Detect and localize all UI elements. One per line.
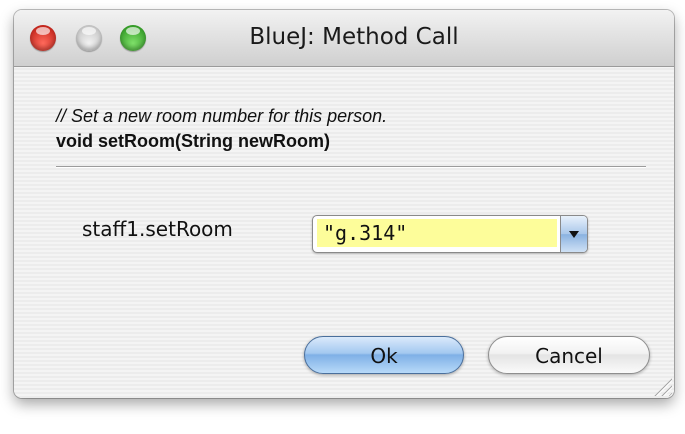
dropdown-button[interactable]	[560, 216, 587, 252]
ok-button[interactable]: Ok	[304, 336, 464, 374]
window-title: BlueJ: Method Call	[249, 24, 459, 50]
resize-grip-icon[interactable]	[654, 378, 672, 396]
argument-input[interactable]	[317, 219, 557, 247]
title-bar[interactable]: BlueJ: Method Call	[14, 10, 674, 67]
method-comment: // Set a new room number for this person…	[56, 106, 388, 126]
method-signature: void setRoom(String newRoom)	[56, 131, 330, 151]
chevron-down-icon	[569, 231, 579, 238]
cancel-button[interactable]: Cancel	[488, 336, 650, 374]
divider	[56, 166, 646, 168]
call-label: staff1.setRoom	[82, 217, 233, 241]
argument-combobox[interactable]	[312, 215, 588, 253]
method-call-dialog: BlueJ: Method Call // Set a new room num…	[14, 10, 674, 398]
